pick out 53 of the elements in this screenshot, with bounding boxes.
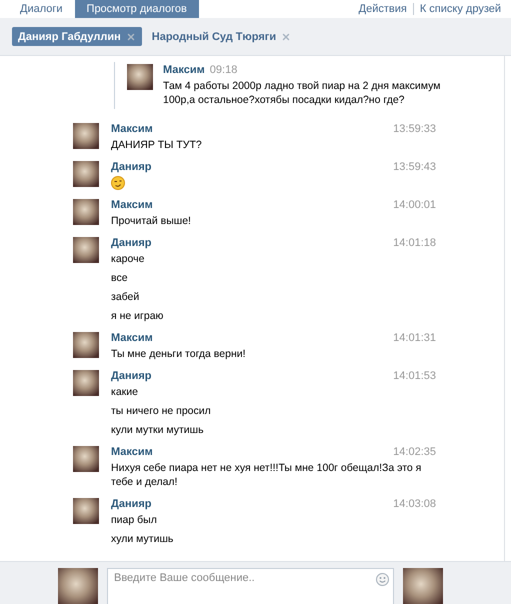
photo-placeholder[interactable]	[73, 332, 99, 358]
message-text: Прочитай выше!	[111, 214, 191, 228]
author-name[interactable]: Максим	[111, 332, 153, 344]
message-text: забей	[111, 290, 140, 304]
message-text: все	[111, 271, 129, 285]
message-text: я не играю	[111, 309, 164, 323]
message-time: 14:03:08	[393, 498, 436, 510]
message-time: 14:00:01	[393, 199, 436, 211]
dialog-tab-label: Народный Суд Тюряги	[152, 30, 276, 42]
winking-face-icon	[111, 176, 125, 190]
dialog-tab[interactable]: Данияр Габдуллин	[12, 27, 142, 46]
message-time: 14:01:18	[393, 237, 436, 249]
photo-placeholder	[127, 64, 153, 90]
author-name[interactable]: Данияр	[111, 370, 152, 382]
dialog-tab-label: Данияр Габдуллин	[18, 30, 121, 42]
header-link[interactable]: Действия	[358, 3, 407, 15]
message-time: 14:01:53	[393, 370, 436, 382]
nav-tab[interactable]: Просмотр диалогов	[74, 0, 199, 18]
author-name[interactable]: Данияр	[111, 161, 152, 173]
message-text: Ты мне деньги тогда верни!	[111, 347, 246, 361]
photo-placeholder[interactable]	[73, 237, 99, 263]
message-time: 14:02:35	[393, 446, 436, 458]
dialog-tab[interactable]: Народный Суд Тюряги	[146, 27, 298, 46]
message-text: кули мутки мутишь	[111, 423, 205, 437]
photo-placeholder	[58, 568, 98, 604]
message-text: кароче	[111, 252, 144, 266]
author-name[interactable]: Данияр	[111, 498, 152, 510]
photo-placeholder	[403, 568, 443, 604]
author-name[interactable]: Максим	[111, 123, 153, 135]
author-name[interactable]: Максим	[111, 446, 153, 458]
message-time: 13:59:43	[393, 161, 436, 173]
message-time: 09:18	[210, 64, 238, 76]
message-input[interactable]: Введите Ваше сообщение..	[107, 568, 394, 604]
photo-placeholder[interactable]	[73, 199, 99, 225]
message-text: пиар был	[111, 513, 157, 527]
message-text: какие	[111, 385, 138, 399]
photo-placeholder[interactable]	[73, 498, 99, 524]
message-time: 14:01:31	[393, 332, 436, 344]
photo-placeholder[interactable]	[73, 446, 99, 472]
message-time: 13:59:33	[393, 123, 436, 135]
author-name[interactable]: Данияр	[111, 237, 152, 249]
message-text: хули мутишь	[111, 532, 174, 546]
message-text: ты ничего не просил	[111, 404, 212, 418]
photo-placeholder[interactable]	[73, 161, 99, 187]
message-text: Нихуя себе пиара нет не хуя нет!!!Ты мне 100г обещал!За это я тебе и делал!	[111, 461, 422, 489]
photo-placeholder[interactable]	[73, 123, 99, 149]
message-text: Там 4 работы 2000р ладно твой пиар на 2 дня максимум 100р,а остальное?хотябы посадки кидал?но где?	[163, 79, 442, 107]
author-name[interactable]: Максим	[111, 199, 153, 211]
author-name[interactable]: Максим	[163, 64, 205, 76]
header-link[interactable]: К списку друзей	[412, 3, 501, 15]
nav-tab[interactable]: Диалоги	[8, 0, 75, 18]
message-text: ДАНИЯР ТЫ ТУТ?	[111, 138, 202, 152]
photo-placeholder[interactable]	[73, 370, 99, 396]
